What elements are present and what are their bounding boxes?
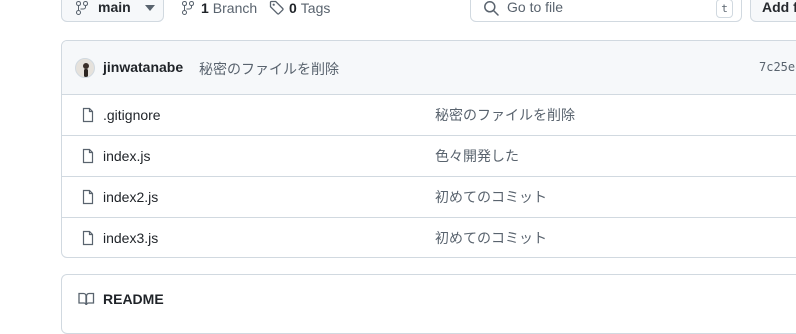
file-row[interactable]: .gitignore 秘密のファイルを削除 xyxy=(62,94,796,135)
file-name[interactable]: index.js xyxy=(103,148,150,164)
branch-label: Branch xyxy=(212,0,258,16)
latest-commit-header: jinwatanabe 秘密のファイルを削除 7c25e8 xyxy=(62,41,796,94)
readme-panel: README xyxy=(61,274,796,334)
branch-name: main xyxy=(98,0,131,15)
file-name[interactable]: index3.js xyxy=(103,230,158,246)
commit-message[interactable]: 秘密のファイルを削除 xyxy=(199,59,339,79)
file-commit-message[interactable]: 初めてのコミット xyxy=(435,187,547,207)
branches-link[interactable]: 1 Branch xyxy=(180,0,257,18)
branch-count: 1 xyxy=(201,0,209,16)
shortcut-key: t xyxy=(716,0,733,18)
avatar[interactable] xyxy=(75,58,95,78)
file-icon xyxy=(80,107,96,123)
tags-link[interactable]: 0 Tags xyxy=(269,0,330,18)
tag-count: 0 xyxy=(289,0,297,16)
file-commit-message[interactable]: 色々開発した xyxy=(435,146,519,166)
file-name[interactable]: index2.js xyxy=(103,189,158,205)
tag-label: Tags xyxy=(300,0,331,16)
readme-label: README xyxy=(103,291,164,307)
commit-hash[interactable]: 7c25e8 xyxy=(759,60,796,74)
go-to-file-placeholder: Go to file xyxy=(507,0,564,15)
add-file-button[interactable]: Add f xyxy=(750,0,796,22)
file-icon xyxy=(80,189,96,205)
tag-icon xyxy=(269,0,285,16)
book-icon xyxy=(78,291,95,307)
readme-tab[interactable]: README xyxy=(78,291,164,307)
file-commit-message[interactable]: 初めてのコミット xyxy=(435,228,547,248)
add-file-label: Add f xyxy=(762,0,796,15)
caret-down-icon xyxy=(144,4,155,11)
go-to-file-input[interactable]: Go to file t xyxy=(470,0,742,22)
git-branch-icon xyxy=(180,0,196,16)
file-row[interactable]: index.js 色々開発した xyxy=(62,135,796,176)
file-row[interactable]: index2.js 初めてのコミット xyxy=(62,176,796,217)
branch-select-button[interactable]: main xyxy=(61,0,164,22)
file-commit-message[interactable]: 秘密のファイルを削除 xyxy=(435,105,575,125)
file-icon xyxy=(80,230,96,246)
git-branch-icon xyxy=(74,0,90,16)
search-icon xyxy=(483,0,499,16)
file-name[interactable]: .gitignore xyxy=(103,107,161,123)
file-icon xyxy=(80,148,96,164)
commit-author[interactable]: jinwatanabe xyxy=(103,59,183,75)
file-row[interactable]: index3.js 初めてのコミット xyxy=(62,217,796,258)
